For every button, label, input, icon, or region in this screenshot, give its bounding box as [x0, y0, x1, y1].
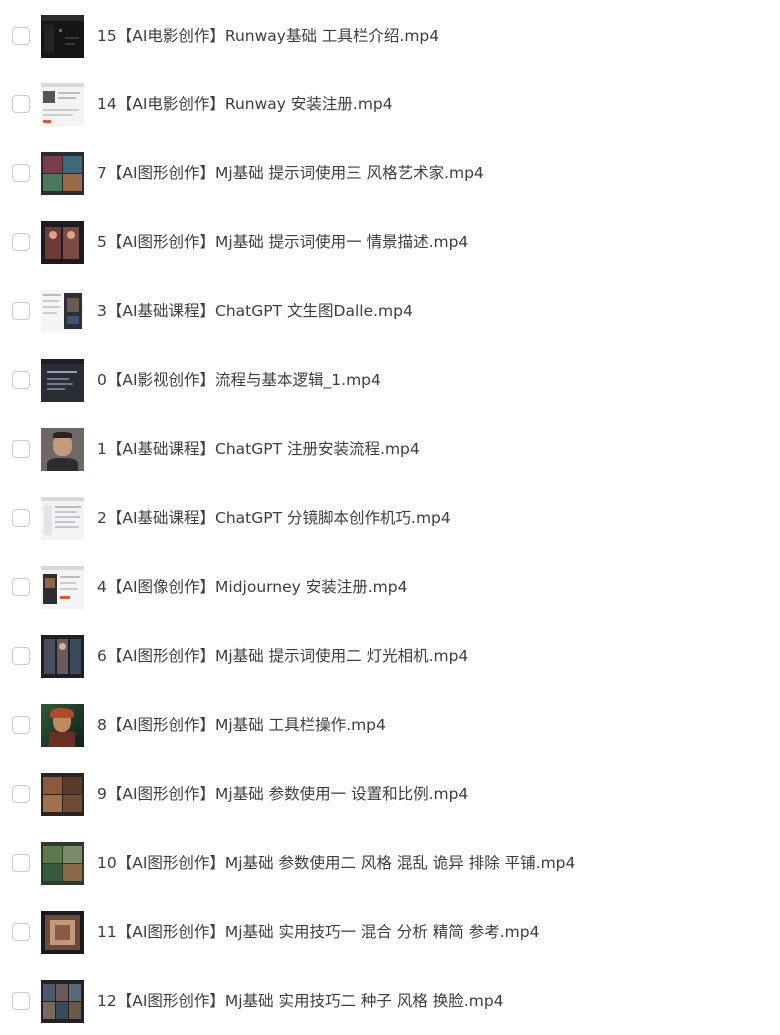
checkbox[interactable] — [12, 302, 30, 320]
list-item[interactable]: 5【AI图形创作】Mj基础 提示词使用一 情景描述.mp4 — [0, 208, 780, 276]
checkbox[interactable] — [12, 785, 30, 803]
checkbox[interactable] — [12, 923, 30, 941]
checkbox[interactable] — [12, 854, 30, 872]
checkbox[interactable] — [12, 164, 30, 182]
checkbox[interactable] — [12, 992, 30, 1010]
list-item[interactable]: 7【AI图形创作】Mj基础 提示词使用三 风格艺术家.mp4 — [0, 139, 780, 207]
video-thumbnail[interactable] — [41, 635, 84, 678]
video-thumbnail[interactable] — [41, 980, 84, 1023]
list-item[interactable]: 14【AI电影创作】Runway 安装注册.mp4 — [0, 70, 780, 138]
file-name[interactable]: 7【AI图形创作】Mj基础 提示词使用三 风格艺术家.mp4 — [97, 161, 484, 185]
file-name[interactable]: 4【AI图像创作】Midjourney 安装注册.mp4 — [97, 575, 407, 599]
file-name[interactable]: 10【AI图形创作】Mj基础 参数使用二 风格 混乱 诡异 排除 平铺.mp4 — [97, 851, 575, 875]
list-item[interactable]: 11【AI图形创作】Mj基础 实用技巧一 混合 分析 精简 参考.mp4 — [0, 898, 780, 966]
file-name[interactable]: 2【AI基础课程】ChatGPT 分镜脚本创作机巧.mp4 — [97, 506, 451, 530]
video-thumbnail[interactable] — [41, 15, 84, 58]
video-thumbnail[interactable] — [41, 221, 84, 264]
file-name[interactable]: 3【AI基础课程】ChatGPT 文生图Dalle.mp4 — [97, 299, 413, 323]
file-name[interactable]: 6【AI图形创作】Mj基础 提示词使用二 灯光相机.mp4 — [97, 644, 468, 668]
video-thumbnail[interactable] — [41, 911, 84, 954]
list-item[interactable]: 6【AI图形创作】Mj基础 提示词使用二 灯光相机.mp4 — [0, 622, 780, 690]
list-item[interactable]: 0【AI影视创作】流程与基本逻辑_1.mp4 — [0, 346, 780, 414]
checkbox[interactable] — [12, 716, 30, 734]
checkbox[interactable] — [12, 440, 30, 458]
list-item[interactable]: 8【AI图形创作】Mj基础 工具栏操作.mp4 — [0, 691, 780, 759]
checkbox[interactable] — [12, 371, 30, 389]
file-name[interactable]: 9【AI图形创作】Mj基础 参数使用一 设置和比例.mp4 — [97, 782, 468, 806]
file-name[interactable]: 15【AI电影创作】Runway基础 工具栏介绍.mp4 — [97, 24, 439, 48]
video-thumbnail[interactable] — [41, 83, 84, 126]
video-thumbnail[interactable] — [41, 704, 84, 747]
video-thumbnail[interactable] — [41, 497, 84, 540]
list-item[interactable]: 9【AI图形创作】Mj基础 参数使用一 设置和比例.mp4 — [0, 760, 780, 828]
video-thumbnail[interactable] — [41, 359, 84, 402]
checkbox[interactable] — [12, 95, 30, 113]
checkbox[interactable] — [12, 27, 30, 45]
checkbox[interactable] — [12, 509, 30, 527]
checkbox[interactable] — [12, 233, 30, 251]
list-item[interactable]: 15【AI电影创作】Runway基础 工具栏介绍.mp4 — [0, 2, 780, 70]
list-item[interactable]: 3【AI基础课程】ChatGPT 文生图Dalle.mp4 — [0, 277, 780, 345]
checkbox[interactable] — [12, 578, 30, 596]
video-thumbnail[interactable] — [41, 152, 84, 195]
file-name[interactable]: 8【AI图形创作】Mj基础 工具栏操作.mp4 — [97, 713, 386, 737]
file-name[interactable]: 12【AI图形创作】Mj基础 实用技巧二 种子 风格 换脸.mp4 — [97, 989, 504, 1013]
video-thumbnail[interactable] — [41, 842, 84, 885]
video-thumbnail[interactable] — [41, 428, 84, 471]
file-name[interactable]: 5【AI图形创作】Mj基础 提示词使用一 情景描述.mp4 — [97, 230, 468, 254]
file-name[interactable]: 1【AI基础课程】ChatGPT 注册安装流程.mp4 — [97, 437, 420, 461]
video-thumbnail[interactable] — [41, 290, 84, 333]
list-item[interactable]: 2【AI基础课程】ChatGPT 分镜脚本创作机巧.mp4 — [0, 484, 780, 552]
file-list: 15【AI电影创作】Runway基础 工具栏介绍.mp4 14【AI电影创作】R… — [0, 0, 780, 1024]
list-item[interactable]: 12【AI图形创作】Mj基础 实用技巧二 种子 风格 换脸.mp4 — [0, 967, 780, 1035]
checkbox[interactable] — [12, 647, 30, 665]
video-thumbnail[interactable] — [41, 773, 84, 816]
file-name[interactable]: 14【AI电影创作】Runway 安装注册.mp4 — [97, 92, 393, 116]
list-item[interactable]: 1【AI基础课程】ChatGPT 注册安装流程.mp4 — [0, 415, 780, 483]
list-item[interactable]: 4【AI图像创作】Midjourney 安装注册.mp4 — [0, 553, 780, 621]
list-item[interactable]: 10【AI图形创作】Mj基础 参数使用二 风格 混乱 诡异 排除 平铺.mp4 — [0, 829, 780, 897]
file-name[interactable]: 0【AI影视创作】流程与基本逻辑_1.mp4 — [97, 368, 381, 392]
video-thumbnail[interactable] — [41, 566, 84, 609]
file-name[interactable]: 11【AI图形创作】Mj基础 实用技巧一 混合 分析 精简 参考.mp4 — [97, 920, 539, 944]
